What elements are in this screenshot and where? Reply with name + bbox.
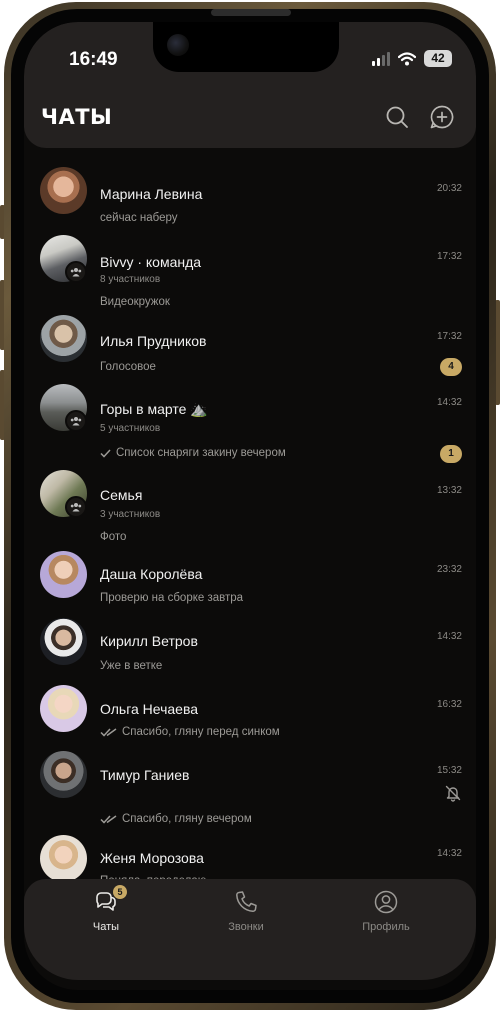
profile-tab-icon	[373, 889, 399, 915]
preview-text: Видеокружок	[100, 296, 170, 308]
group-icon	[70, 503, 82, 512]
phone-bezel: 16:49 42 ЧАТЫ Марина Левина сейчас набер…	[11, 9, 489, 1003]
chat-name: Bivvy · команда	[100, 254, 202, 270]
chat-name: Горы в марте ⛰️	[100, 401, 208, 417]
wifi-icon	[398, 51, 416, 65]
chat-preview: Уже в ветке	[100, 660, 162, 672]
battery-indicator: 42	[424, 50, 452, 67]
tab-chats[interactable]: 5 Чаты	[61, 885, 151, 933]
chat-preview: Фото	[100, 531, 126, 543]
chat-preview: Проверю на сборке завтра	[100, 592, 243, 604]
chat-time: 16:32	[436, 699, 462, 710]
chat-name: Илья Прудников	[100, 333, 207, 349]
front-camera	[167, 34, 189, 56]
chat-item-dasha-koroleva[interactable]: Даша Королёва Проверю на сборке завтра 2…	[24, 549, 476, 613]
chat-time: 20:32	[436, 183, 462, 194]
chat-name: Марина Левина	[100, 186, 203, 202]
group-badge	[65, 261, 87, 283]
preview-text: Спасибо, гляну вечером	[122, 813, 252, 825]
chat-time: 23:32	[436, 564, 462, 575]
cellular-signal-icon	[372, 51, 390, 66]
chat-name: Тимур Ганиев	[100, 767, 190, 783]
unread-badge: 1	[440, 445, 462, 463]
chat-name: Женя Морозова	[100, 850, 204, 866]
avatar	[40, 551, 87, 598]
profile-icon	[374, 890, 398, 914]
avatar	[40, 167, 87, 214]
chat-preview: Спасибо, гляну перед синком	[100, 726, 280, 738]
chats-tab-icon: 5	[93, 885, 127, 915]
status-time: 16:49	[69, 49, 118, 70]
new-chat-icon[interactable]	[429, 104, 455, 130]
chat-time: 13:32	[436, 485, 462, 496]
group-badge	[65, 496, 87, 518]
chat-preview: сейчас наберу	[100, 212, 178, 224]
chat-item-family[interactable]: Семья 3 участников Фото 13:32	[24, 467, 476, 543]
chat-name: Ольга Нечаева	[100, 701, 199, 717]
preview-text: Список снаряги закину вечером	[116, 447, 286, 459]
double-check-icon	[100, 814, 117, 824]
tab-label: Чаты	[92, 921, 120, 933]
chat-item-kirill-vetrov[interactable]: Кирилл Ветров Уже в ветке 14:32	[24, 615, 476, 679]
chat-time: 14:32	[436, 631, 462, 642]
group-badge	[65, 410, 87, 432]
tab-bar: 5 Чаты Звонки Профиль	[24, 879, 476, 980]
chat-item-timur-ganiev[interactable]: Тимур Ганиев Спасибо, гляну вечером 15:3…	[24, 749, 476, 831]
chat-members: 8 участников	[100, 274, 161, 285]
avatar	[40, 618, 87, 665]
tab-calls[interactable]: Звонки	[201, 889, 291, 933]
chat-time: 17:32	[436, 251, 462, 262]
group-icon	[70, 268, 82, 277]
tab-badge: 5	[113, 885, 127, 899]
avatar	[40, 835, 87, 882]
search-icon[interactable]	[384, 104, 410, 130]
preview-text: Спасибо, гляну перед синком	[122, 726, 280, 738]
tab-label: Звонки	[228, 921, 264, 933]
tab-profile[interactable]: Профиль	[341, 889, 431, 933]
unread-badge: 4	[440, 358, 462, 376]
muted-bell-icon	[445, 785, 461, 802]
chat-preview: Список снаряги закину вечером	[100, 447, 286, 459]
chat-name: Кирилл Ветров	[100, 633, 198, 649]
preview-text: Голосовое	[100, 361, 156, 373]
chat-preview: Видеокружок	[100, 296, 170, 308]
chat-item-mountains-march[interactable]: Горы в марте ⛰️ 5 участников Список снар…	[24, 381, 476, 463]
chat-members: 5 участников	[100, 423, 161, 434]
chat-name: Даша Королёва	[100, 566, 203, 582]
chat-item-marina-levina[interactable]: Марина Левина сейчас наберу 20:32	[24, 159, 476, 229]
chat-members: 3 участников	[100, 509, 161, 520]
preview-text: Фото	[100, 531, 127, 543]
chat-item-ilya-prudnikov[interactable]: Илья Прудников Голосовое 17:32 4	[24, 313, 476, 376]
group-icon	[70, 417, 82, 426]
chat-time: 14:32	[436, 848, 462, 859]
chat-time: 14:32	[436, 397, 462, 408]
chat-item-bivvy-team[interactable]: Bivvy · команда 8 участников Видеокружок…	[24, 233, 476, 308]
avatar	[40, 751, 87, 798]
chat-name: Семья	[100, 487, 143, 503]
chat-item-olga-nechaeva[interactable]: Ольга Нечаева Спасибо, гляну перед синко…	[24, 681, 476, 747]
page-title: ЧАТЫ	[41, 105, 113, 129]
chat-preview: Голосовое	[100, 361, 156, 373]
preview-text: сейчас наберу	[100, 212, 178, 224]
check-icon	[100, 448, 111, 458]
tab-label: Профиль	[362, 921, 410, 933]
preview-text: Уже в ветке	[100, 660, 163, 672]
phone-icon	[236, 891, 257, 912]
phone-frame: 16:49 42 ЧАТЫ Марина Левина сейчас набер…	[4, 2, 496, 1010]
avatar	[40, 685, 87, 732]
preview-text: Проверю на сборке завтра	[100, 592, 244, 604]
screen: 16:49 42 ЧАТЫ Марина Левина сейчас набер…	[24, 22, 476, 990]
calls-tab-icon	[233, 889, 259, 915]
status-icons: 42	[372, 50, 452, 67]
chat-time: 15:32	[436, 765, 462, 776]
notch	[153, 22, 339, 72]
chat-preview: Спасибо, гляну вечером	[100, 813, 252, 825]
chat-time: 17:32	[436, 331, 462, 342]
double-check-icon	[100, 727, 117, 737]
avatar	[40, 315, 87, 362]
earpiece-speaker	[211, 9, 291, 16]
